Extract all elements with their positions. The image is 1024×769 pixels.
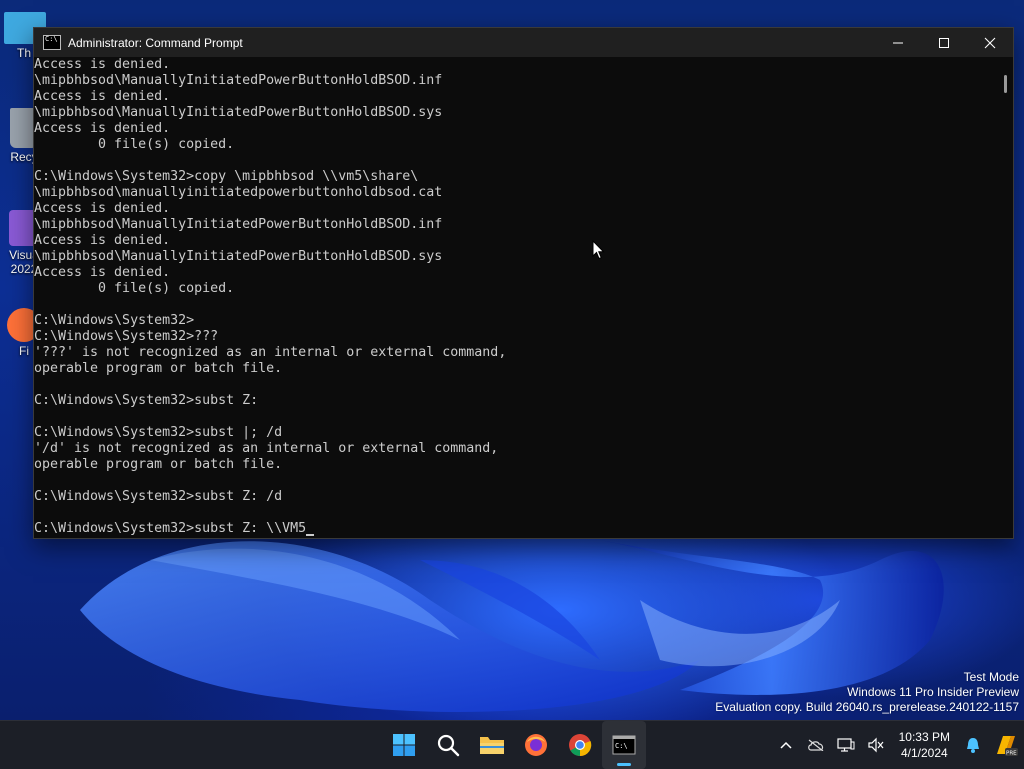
- console-line: Access is denied.: [34, 57, 171, 72]
- command-prompt-button[interactable]: C:\: [602, 721, 646, 769]
- close-button[interactable]: [967, 28, 1013, 57]
- console-line: '/d' is not recognized as an internal or…: [34, 441, 499, 456]
- console-line: '???' is not recognized as an internal o…: [34, 345, 507, 360]
- console-line: operable program or batch file.: [34, 361, 283, 376]
- file-explorer-button[interactable]: [470, 721, 514, 769]
- console-line: 0 file(s) copied.: [34, 137, 235, 152]
- console-line: [34, 377, 1013, 393]
- console-line: C:\Windows\System32>: [34, 313, 195, 328]
- close-icon: [984, 37, 996, 48]
- chevron-up-icon: [780, 741, 792, 749]
- maximize-button[interactable]: [921, 28, 967, 57]
- console-line: \mipbhbsod\ManuallyInitiatedPowerButtonH…: [34, 105, 443, 120]
- mouse-pointer-icon: [592, 240, 605, 260]
- svg-text:C:\: C:\: [615, 742, 628, 750]
- text-cursor: [306, 534, 315, 536]
- console-line: [34, 505, 1013, 521]
- scrollbar-thumb[interactable]: [1004, 75, 1007, 93]
- console-lines: Access is denied. \mipbhbsod\ManuallyInit…: [34, 57, 1013, 521]
- console-line: \mipbhbsod\manuallyinitiatedpowerbuttonh…: [34, 185, 443, 200]
- onedrive-button[interactable]: [801, 721, 831, 769]
- watermark-line-3: Evaluation copy. Build 26040.rs_prerelea…: [715, 700, 1019, 714]
- volume-muted-icon: [868, 737, 884, 753]
- console-line: \mipbhbsod\ManuallyInitiatedPowerButtonH…: [34, 73, 443, 88]
- window-title: Administrator: Command Prompt: [68, 35, 243, 50]
- firefox-icon: [525, 734, 547, 756]
- console-line: [34, 153, 1013, 169]
- minimize-button[interactable]: [875, 28, 921, 57]
- copilot-button[interactable]: PRE: [988, 721, 1024, 769]
- taskbar-apps: C:\: [382, 721, 646, 769]
- terminal-icon: C:\: [612, 735, 636, 755]
- cmd-icon: [43, 35, 61, 50]
- console-line: Access is denied.: [34, 265, 171, 280]
- network-icon: [837, 738, 855, 752]
- console-output[interactable]: Access is denied. \mipbhbsod\ManuallyInit…: [34, 57, 1013, 538]
- svg-text:PRE: PRE: [1006, 751, 1017, 757]
- windows-logo-icon: [393, 734, 415, 756]
- console-line: \mipbhbsod\ManuallyInitiatedPowerButtonH…: [34, 217, 443, 232]
- chrome-button[interactable]: [558, 721, 602, 769]
- title-bar[interactable]: Administrator: Command Prompt: [34, 28, 1013, 57]
- watermark-line-1: Test Mode: [963, 670, 1019, 684]
- test-mode-watermark: Test Mode Windows 11 Pro Insider Preview…: [715, 670, 1019, 715]
- console-line: operable program or batch file.: [34, 457, 283, 472]
- clock-time: 10:33 PM: [898, 730, 950, 744]
- command-prompt-window[interactable]: Administrator: Command Prompt Access is …: [33, 27, 1014, 539]
- console-line: Access is denied.: [34, 233, 171, 248]
- active-app-indicator: [617, 763, 631, 766]
- console-line: C:\Windows\System32>subst |; /d: [34, 425, 283, 440]
- start-button[interactable]: [382, 721, 426, 769]
- console-line: 0 file(s) copied.: [34, 281, 235, 296]
- console-line: C:\Windows\System32>subst Z:: [34, 393, 259, 408]
- notifications-button[interactable]: [958, 721, 988, 769]
- clock-button[interactable]: 10:33 PM 4/1/2024: [891, 729, 958, 761]
- copilot-icon: PRE: [997, 736, 1018, 757]
- search-icon: [437, 734, 460, 757]
- console-line: Access is denied.: [34, 201, 171, 216]
- maximize-icon: [939, 37, 949, 48]
- console-line: [34, 473, 1013, 489]
- console-line: Access is denied.: [34, 121, 171, 136]
- window-controls: [875, 28, 1013, 57]
- console-prompt: C:\Windows\System32>: [34, 521, 195, 536]
- console-line: [34, 409, 1013, 425]
- bell-icon: [967, 738, 979, 753]
- search-button[interactable]: [426, 721, 470, 769]
- firefox-button[interactable]: [514, 721, 558, 769]
- console-line: C:\Windows\System32>subst Z: /d: [34, 489, 283, 504]
- folder-icon: [480, 737, 504, 754]
- console-input-text[interactable]: subst Z: \\VM5: [194, 521, 306, 537]
- chrome-icon: [569, 734, 592, 757]
- cloud-off-icon: [807, 739, 823, 751]
- console-line: C:\Windows\System32>???: [34, 329, 219, 344]
- console-input-line[interactable]: C:\Windows\System32> subst Z: \\VM5: [34, 521, 1013, 537]
- console-line: Access is denied.: [34, 89, 171, 104]
- console-line: \mipbhbsod\ManuallyInitiatedPowerButtonH…: [34, 249, 443, 264]
- watermark-line-2: Windows 11 Pro Insider Preview: [847, 685, 1019, 699]
- taskbar: C:\ 10:33 PM 4/1/2024 PRE: [0, 720, 1024, 769]
- volume-button[interactable]: [861, 721, 891, 769]
- network-button[interactable]: [831, 721, 861, 769]
- system-tray: 10:33 PM 4/1/2024 PRE: [771, 721, 1024, 769]
- console-line: C:\Windows\System32>copy \mipbhbsod \\vm…: [34, 169, 419, 184]
- show-hidden-icons-button[interactable]: [771, 721, 801, 769]
- console-line: [34, 297, 1013, 313]
- clock-date: 4/1/2024: [900, 746, 948, 760]
- minimize-icon: [893, 42, 903, 43]
